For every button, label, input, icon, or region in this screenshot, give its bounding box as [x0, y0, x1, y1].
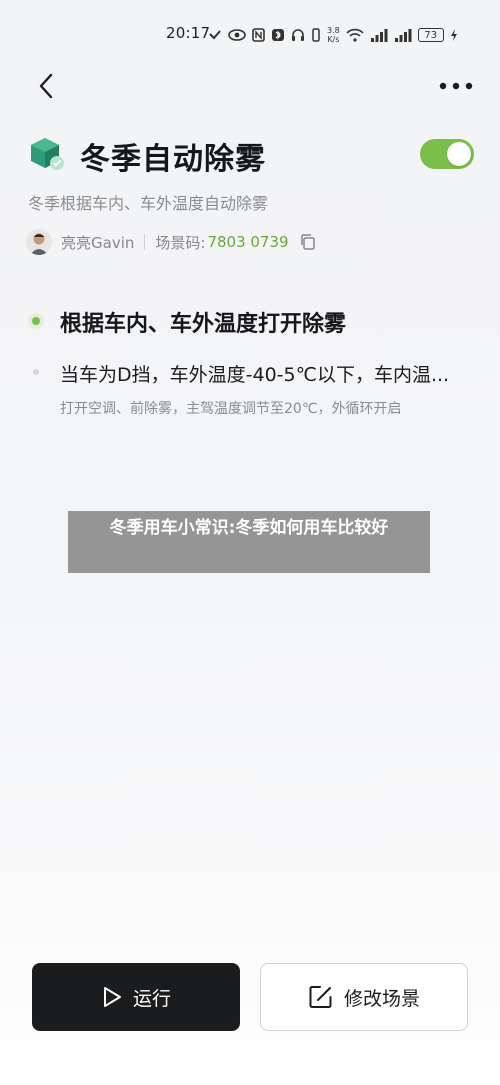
wifi-icon	[346, 28, 364, 42]
avatar-face-icon	[26, 229, 52, 255]
status-time: 20:17	[166, 24, 211, 42]
battery-indicator: 73	[417, 28, 444, 42]
action-detail: 打开空调、前除雾，主驾温度调节至20℃，外循环开启	[60, 401, 402, 417]
edit-button-label: 修改场景	[343, 987, 420, 1010]
network-speed: 3.8 K/s	[327, 26, 340, 44]
edit-icon	[309, 986, 332, 1008]
network-speed-value: 3.8	[327, 26, 340, 35]
condition-indicator	[28, 313, 44, 329]
copy-icon[interactable]	[299, 233, 317, 251]
action-text: 当车为D挡，车外温度-40-5℃以下，车内温...	[60, 364, 450, 386]
back-button[interactable]	[30, 70, 62, 102]
eye-icon	[228, 29, 246, 41]
charging-icon	[450, 29, 457, 41]
author-row: 亮亮Gavin 场景码: 7803 0739	[26, 228, 317, 256]
condition-title: 根据车内、车外温度打开除雾	[60, 312, 347, 337]
headphones-icon	[292, 29, 304, 41]
scene-code-label: 场景码:	[155, 233, 206, 252]
nfc-icon	[252, 28, 265, 42]
heart-check-icon	[209, 30, 221, 40]
overlay-caption: 冬季用车小常识:冬季如何用车比较好	[68, 511, 430, 573]
chevron-left-icon	[39, 73, 53, 99]
toggle-knob	[447, 142, 471, 166]
scene-title: 冬季自动除雾	[80, 142, 266, 177]
status-bar: 20:17 3.8 K/s 73	[0, 22, 500, 48]
run-button-label: 运行	[132, 987, 171, 1010]
scene-cube-icon	[31, 138, 64, 170]
scene-code-value: 7803 0739	[207, 233, 289, 251]
more-dots-icon	[439, 82, 473, 90]
bluetooth-icon	[272, 29, 284, 41]
scene-enable-toggle[interactable]	[420, 139, 474, 169]
author-name[interactable]: 亮亮Gavin	[61, 232, 134, 253]
signal-icon	[394, 29, 412, 42]
vibrate-icon	[312, 28, 320, 42]
play-icon	[103, 987, 121, 1007]
signal-icon	[370, 29, 388, 42]
avatar[interactable]	[26, 229, 52, 255]
edit-scene-button[interactable]: 修改场景	[260, 963, 468, 1031]
network-speed-unit: K/s	[327, 35, 340, 44]
scene-subtitle: 冬季根据车内、车外温度自动除雾	[28, 194, 269, 213]
status-icons: 3.8 K/s 73	[208, 22, 458, 48]
run-button[interactable]: 运行	[32, 963, 240, 1031]
action-bullet	[33, 369, 39, 375]
more-button[interactable]	[436, 70, 476, 102]
divider	[144, 234, 146, 250]
